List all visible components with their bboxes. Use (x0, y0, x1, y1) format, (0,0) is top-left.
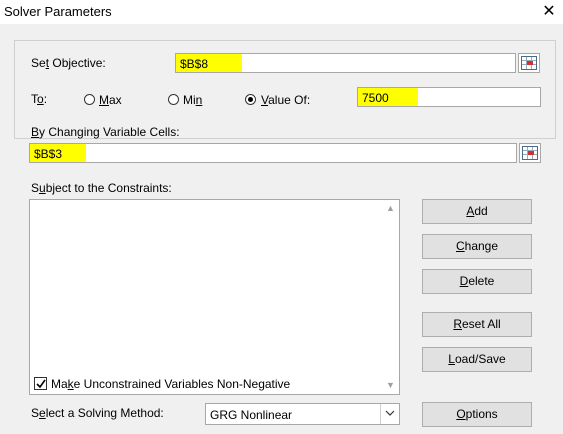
close-icon[interactable]: ✕ (535, 0, 563, 24)
radio-value-of-label: Value Of: (261, 93, 311, 107)
objective-cell-input[interactable]: $B$8 (175, 53, 516, 73)
add-button[interactable]: Add (422, 199, 532, 224)
chevron-down-icon[interactable] (380, 404, 399, 424)
solving-method-select[interactable]: GRG Nonlinear (205, 403, 400, 425)
scroll-down-icon[interactable]: ▼ (382, 377, 399, 394)
nonneg-label: Make Unconstrained Variables Non-Negativ… (51, 377, 291, 391)
scroll-up-icon[interactable]: ▲ (382, 200, 399, 217)
constraints-list[interactable]: ▲ ▼ (29, 199, 400, 395)
value-of-value: 7500 (362, 91, 389, 105)
load-save-button[interactable]: Load/Save (422, 347, 532, 372)
radio-max-label: Max (99, 93, 122, 107)
reset-all-button[interactable]: Reset All (422, 312, 532, 337)
dialog-body: Set Objective: $B$8 To: Max Min Value Of… (0, 24, 563, 434)
change-button[interactable]: Change (422, 234, 532, 259)
changing-cells-input[interactable]: $B$3 (29, 143, 517, 163)
range-selector-icon[interactable] (518, 53, 540, 73)
changing-cells-value: $B$3 (34, 147, 63, 161)
radio-value-of[interactable] (245, 94, 256, 105)
set-objective-label: Set Objective: (31, 56, 106, 70)
window-title: Solver Parameters (4, 4, 112, 19)
delete-button[interactable]: Delete (422, 269, 532, 294)
value-of-input[interactable]: 7500 (357, 87, 541, 107)
radio-max[interactable] (84, 94, 95, 105)
options-button[interactable]: Options (422, 402, 532, 427)
constraints-scrollbar[interactable]: ▲ ▼ (382, 200, 399, 394)
nonneg-checkbox[interactable] (34, 377, 47, 390)
radio-min-label: Min (183, 93, 203, 107)
radio-min[interactable] (168, 94, 179, 105)
objective-value: $B$8 (180, 57, 209, 71)
to-label: To: (31, 92, 48, 106)
changing-cells-label: By Changing Variable Cells: (31, 125, 180, 139)
range-selector-icon[interactable] (519, 143, 541, 163)
solving-method-label: Select a Solving Method: (31, 406, 164, 420)
constraints-label: Subject to the Constraints: (31, 181, 172, 195)
title-bar: Solver Parameters ✕ (0, 0, 563, 24)
checkmark-icon (36, 379, 46, 389)
solving-method-value: GRG Nonlinear (210, 408, 293, 422)
